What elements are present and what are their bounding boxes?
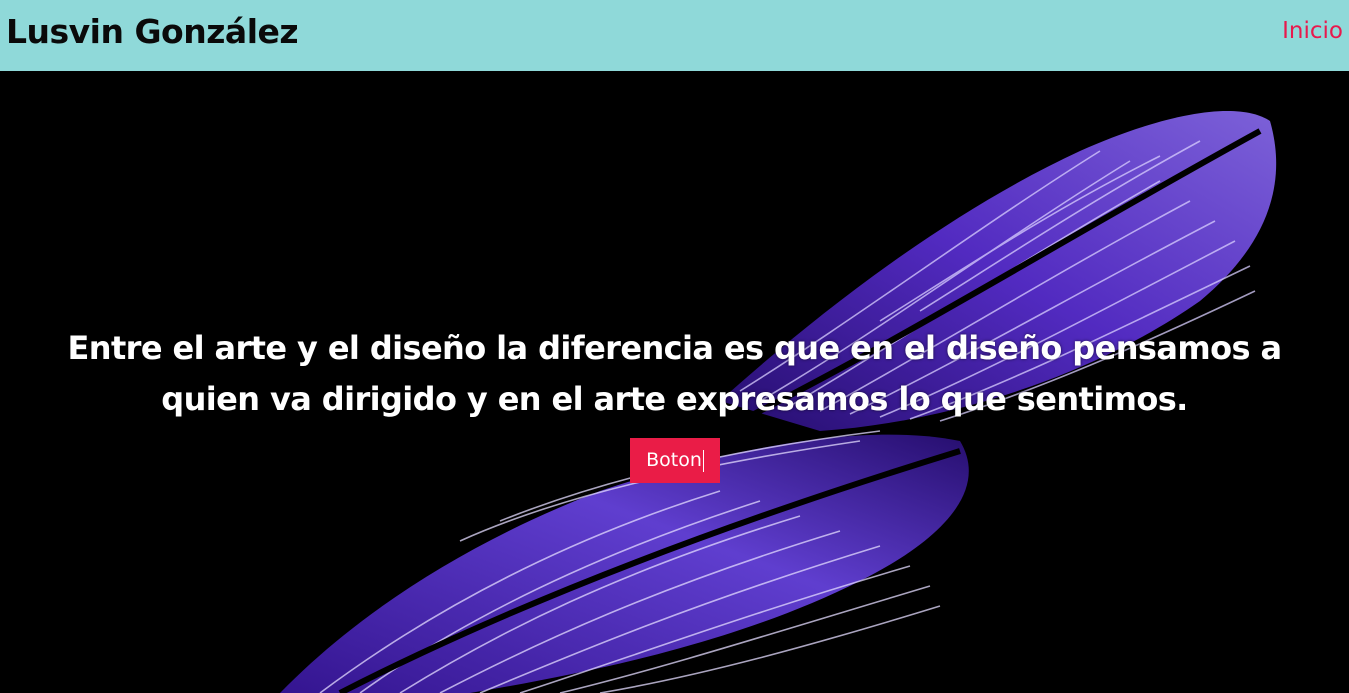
hero-button[interactable]: Boton bbox=[630, 438, 720, 483]
lower-feather bbox=[280, 430, 969, 693]
nav-link-inicio[interactable]: Inicio bbox=[1282, 18, 1343, 44]
hero-button-label: Boton bbox=[646, 449, 702, 472]
text-cursor bbox=[702, 449, 704, 472]
hero-quote: Entre el arte y el diseño la diferencia … bbox=[67, 329, 1283, 418]
hero-section: Entre el arte y el diseño la diferencia … bbox=[0, 71, 1349, 693]
site-brand: Lusvin González bbox=[6, 12, 299, 51]
site-header: Lusvin González Inicio bbox=[0, 0, 1349, 71]
